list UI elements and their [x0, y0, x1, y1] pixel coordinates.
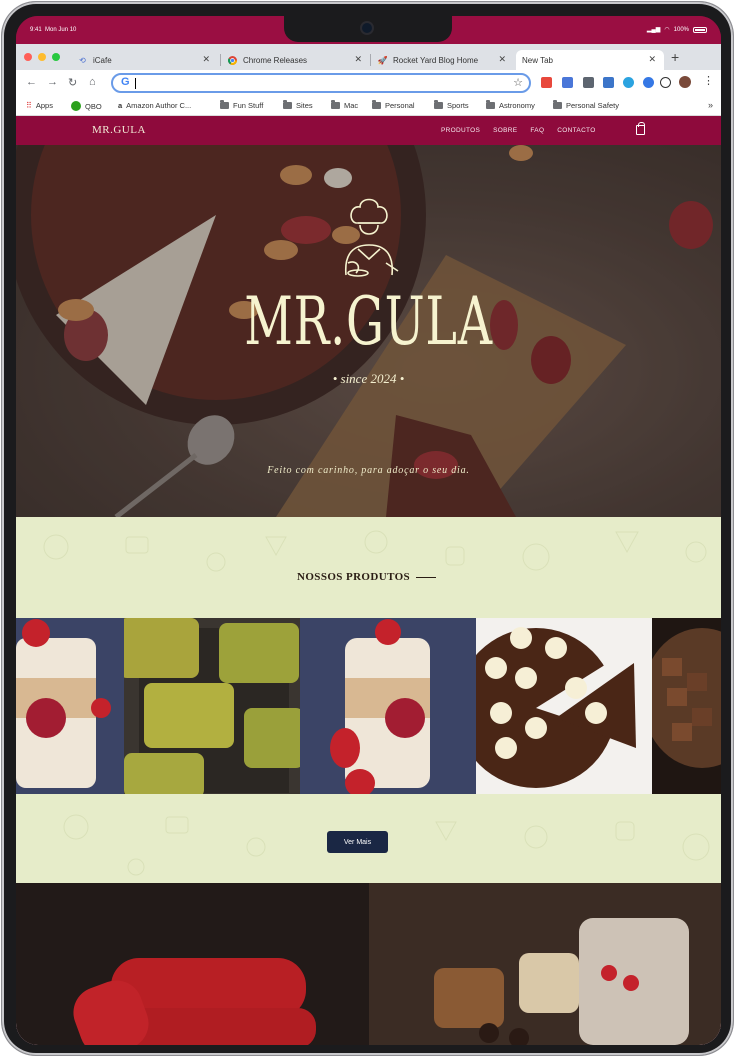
tab-chrome-releases[interactable]: Chrome Releases ✕ [222, 50, 370, 70]
skype-icon[interactable] [623, 77, 634, 88]
minimize-window-button[interactable] [38, 53, 46, 61]
product-card-strawberry-cup[interactable] [16, 618, 124, 794]
tablet-frame: 9:41 Mon Jun 10 ▂▄▆ ◠ 100% ⟲ iCafe ✕ Chr… [2, 2, 733, 1055]
chrome-icon [228, 55, 237, 65]
bookmark-apps[interactable]: ⠿ Apps [26, 101, 53, 110]
status-indicators: ▂▄▆ ◠ 100% [647, 26, 707, 33]
menu-contacto[interactable]: CONTACTO [557, 127, 595, 134]
new-tab-button[interactable]: + [671, 49, 679, 65]
products-heading: NOSSOS PRODUTOS [297, 571, 437, 583]
bookmark-sites[interactable]: Sites [283, 100, 313, 110]
signal-icon: ▂▄▆ [646, 27, 661, 33]
ver-mais-button[interactable]: Ver Mais [327, 831, 388, 853]
camera-notch [284, 16, 452, 42]
product-card-strawberry-cup-2[interactable] [300, 618, 476, 794]
bookmarks-bar: ⠿ Apps QBO a Amazon Author C... Fun Stuf… [16, 96, 721, 116]
hero-title: MR.GULA [244, 283, 493, 360]
window-controls [24, 53, 60, 61]
product-card-brownies[interactable] [652, 618, 721, 794]
qbo-icon [71, 101, 81, 111]
folder-icon [486, 100, 495, 109]
close-window-button[interactable] [24, 53, 32, 61]
folder-icon [331, 100, 340, 109]
more-bookmarks-icon[interactable]: » [708, 100, 713, 110]
status-time: 9:41 Mon Jun 10 [30, 27, 77, 33]
close-tab-icon[interactable]: ✕ [648, 54, 656, 65]
bookmark-mac[interactable]: Mac [331, 100, 358, 110]
dessert-cups-image [368, 883, 721, 1045]
address-bar[interactable]: G ☆ [111, 73, 531, 93]
amazon-icon: a [118, 101, 123, 110]
extension-icon[interactable] [603, 77, 614, 88]
folder-icon [372, 100, 381, 109]
close-tab-icon[interactable]: ✕ [202, 54, 210, 65]
product-gallery [16, 618, 721, 794]
close-tab-icon[interactable]: ✕ [354, 54, 362, 65]
folder-icon [553, 100, 562, 109]
text-caret [135, 78, 136, 89]
bookmark-sports[interactable]: Sports [434, 100, 469, 110]
close-tab-icon[interactable]: ✕ [498, 54, 506, 65]
extension-icon[interactable] [562, 77, 573, 88]
tab-new-tab[interactable]: New Tab ✕ [516, 50, 664, 70]
red-velvet-image [16, 883, 369, 1045]
camera-icon [362, 23, 372, 33]
tab-rocket-yard[interactable]: 🚀 Rocket Yard Blog Home ✕ [372, 50, 514, 70]
wifi-icon: ◠ [664, 27, 670, 33]
apps-grid-icon: ⠿ [26, 101, 32, 110]
hero-banner: MR.GULA • since 2024 • Feito com carinho… [16, 145, 721, 517]
profile-avatar[interactable] [679, 76, 691, 88]
menu-kebab-icon[interactable]: ⋮ [703, 74, 714, 87]
info-icon[interactable] [660, 77, 671, 88]
battery-percent: 100% [673, 26, 689, 33]
bookmark-qbo[interactable]: QBO [71, 101, 102, 111]
folder-icon [283, 100, 292, 109]
folder-icon [220, 100, 229, 109]
site-navbar: MR.GULA PRODUTOS SOBRE FAQ CONTACTO [16, 116, 721, 145]
product-card-pistachio-bars[interactable] [124, 618, 300, 794]
products-section: NOSSOS PRODUTOS Ver Mais [16, 517, 721, 883]
hero-subtitle: • since 2024 • [332, 371, 405, 386]
bookmark-personal-safety[interactable]: Personal Safety [553, 100, 619, 110]
rocket-icon: 🚀 [377, 55, 388, 65]
extension-icon[interactable] [583, 77, 594, 88]
maximize-window-button[interactable] [52, 53, 60, 61]
hero-tagline: Feito com carinho, para adoçar o seu dia… [267, 465, 470, 476]
site-logo[interactable]: MR.GULA [92, 124, 146, 136]
bookmark-fun-stuff[interactable]: Fun Stuff [220, 100, 263, 110]
browser-toolbar: ← → ↻ ⌂ G ☆ ⋮ [16, 70, 721, 96]
extension-icon[interactable] [541, 77, 552, 88]
product-card-banana-pizza[interactable] [476, 618, 652, 794]
menu-produtos[interactable]: PRODUTOS [441, 127, 480, 134]
bookmark-personal[interactable]: Personal [372, 100, 415, 110]
icafe-icon: ⟲ [79, 55, 86, 65]
menu-sobre[interactable]: SOBRE [493, 127, 517, 134]
website: MR.GULA PRODUTOS SOBRE FAQ CONTACTO MR.G… [16, 116, 721, 1045]
shopping-bag-icon[interactable] [636, 122, 645, 135]
reload-icon[interactable]: ↻ [68, 76, 77, 89]
folder-icon [434, 100, 443, 109]
tablet-screen: 9:41 Mon Jun 10 ▂▄▆ ◠ 100% ⟲ iCafe ✕ Chr… [16, 16, 721, 1045]
back-icon[interactable]: ← [26, 76, 37, 88]
bookmark-amazon[interactable]: a Amazon Author C... [118, 101, 191, 110]
bookmark-astronomy[interactable]: Astronomy [486, 100, 535, 110]
browser-tab-strip: ⟲ iCafe ✕ Chrome Releases ✕ 🚀 Rocket Yar… [16, 44, 721, 70]
bookmark-star-icon[interactable]: ☆ [513, 76, 523, 89]
chef-logo-icon [344, 198, 399, 277]
extension-icon[interactable] [643, 77, 654, 88]
featured-images [16, 883, 721, 1045]
menu-faq[interactable]: FAQ [530, 127, 544, 134]
home-icon[interactable]: ⌂ [89, 76, 96, 88]
forward-icon[interactable]: → [47, 76, 58, 88]
battery-icon [693, 26, 707, 33]
tab-icafe[interactable]: ⟲ iCafe ✕ [72, 50, 218, 70]
site-menu: PRODUTOS SOBRE FAQ CONTACTO [441, 127, 596, 134]
google-icon: G [121, 76, 130, 88]
